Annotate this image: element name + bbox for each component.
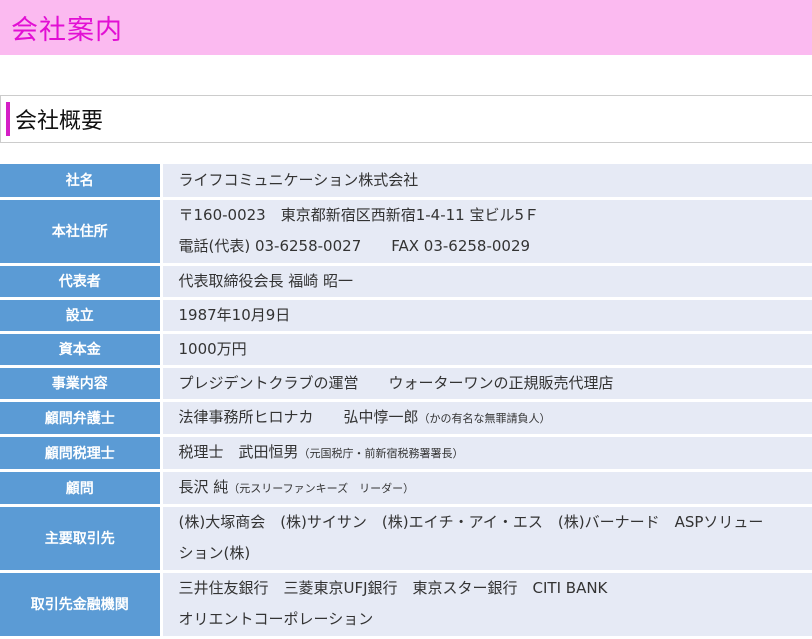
lawyer-name: 弘中惇一郎 — [343, 407, 419, 426]
advisor-note: （元スリーファンキーズ リーダー） — [228, 481, 415, 495]
advisor-name: 長沢 純 — [178, 477, 229, 496]
row-label-lawyer: 顧問弁護士 — [0, 400, 163, 437]
row-value-advisor: 長沢 純（元スリーファンキーズ リーダー） — [161, 470, 812, 507]
business-item: プレジデントクラブの運営 — [178, 373, 359, 392]
table-row: 事業内容 プレジデントクラブの運営 ウォーターワンの正規販売代理店 — [0, 366, 812, 402]
row-value-name: ライフコミュニケーション株式会社 — [161, 164, 812, 200]
business-item: ウォーターワンの正規販売代理店 — [388, 373, 614, 392]
clients-line: (株)大塚商会 (株)サイサン (株)エイチ・アイ・エス (株)バーナード AS… — [178, 513, 764, 531]
row-value-capital: 1000万円 — [161, 332, 812, 368]
table-row: 社名 ライフコミュニケーション株式会社 — [0, 164, 812, 200]
row-label-business: 事業内容 — [0, 366, 163, 402]
phone-line: 電話(代表) 03-6258-0027 FAX 03-6258-0029 — [179, 231, 807, 262]
table-row: 主要取引先 (株)大塚商会 (株)サイサン (株)エイチ・アイ・エス (株)バー… — [0, 505, 812, 573]
section-title: 会社概要 — [15, 109, 104, 134]
row-label-clients: 主要取引先 — [0, 505, 163, 573]
row-label-founded: 設立 — [0, 298, 163, 334]
table-row: 顧問弁護士 法律事務所ヒロナカ 弘中惇一郎（かの有名な無罪請負人） — [0, 400, 812, 437]
row-value-address: 〒160-0023 東京都新宿区西新宿1-4-11 宝ビル5Ｆ 電話(代表) 0… — [161, 198, 812, 266]
table-row: 本社住所 〒160-0023 東京都新宿区西新宿1-4-11 宝ビル5Ｆ 電話(… — [0, 198, 812, 266]
row-label-rep: 代表者 — [0, 264, 163, 300]
row-value-founded: 1987年10月9日 — [161, 298, 812, 334]
lawyer-note: （かの有名な無罪請負人） — [418, 411, 551, 425]
table-row: 資本金 1000万円 — [0, 332, 812, 368]
section-heading: 会社概要 — [0, 95, 812, 143]
row-label-address: 本社住所 — [0, 198, 163, 266]
clients-line: ション(株) — [178, 544, 251, 562]
row-value-lawyer: 法律事務所ヒロナカ 弘中惇一郎（かの有名な無罪請負人） — [161, 400, 812, 437]
section-accent-bar — [6, 102, 10, 136]
row-value-rep: 代表取締役会長 福崎 昭一 — [161, 264, 812, 300]
row-value-clients: (株)大塚商会 (株)サイサン (株)エイチ・アイ・エス (株)バーナード AS… — [161, 505, 812, 573]
banks-line: オリエントコーポレーション — [178, 610, 374, 628]
row-label-banks: 取引先金融機関 — [0, 571, 163, 639]
taxadvisor-note: （元国税庁・前新宿税務署署長） — [298, 446, 464, 460]
row-value-taxadvisor: 税理士 武田恒男（元国税庁・前新宿税務署署長） — [161, 435, 812, 472]
page-header: 会社案内 — [0, 0, 812, 55]
banks-line: 三井住友銀行 三菱東京UFJ銀行 東京スター銀行 CITI BANK — [178, 579, 608, 597]
phone-number: 電話(代表) 03-6258-0027 — [178, 237, 362, 255]
row-label-capital: 資本金 — [0, 332, 163, 368]
row-value-business: プレジデントクラブの運営 ウォーターワンの正規販売代理店 — [161, 366, 812, 402]
row-label-advisor: 顧問 — [0, 470, 163, 507]
fax-number: FAX 03-6258-0029 — [391, 237, 531, 255]
table-row: 代表者 代表取締役会長 福崎 昭一 — [0, 264, 812, 300]
taxadvisor-name: 税理士 武田恒男 — [178, 442, 299, 461]
row-label-taxadvisor: 顧問税理士 — [0, 435, 163, 472]
row-label-name: 社名 — [0, 164, 163, 200]
address-line: 〒160-0023 東京都新宿区西新宿1-4-11 宝ビル5Ｆ — [178, 206, 540, 224]
page-title: 会社案内 — [11, 15, 123, 46]
table-row: 設立 1987年10月9日 — [0, 298, 812, 334]
table-row: 取引先金融機関 三井住友銀行 三菱東京UFJ銀行 東京スター銀行 CITI BA… — [0, 571, 812, 639]
table-row: 顧問税理士 税理士 武田恒男（元国税庁・前新宿税務署署長） — [0, 435, 812, 472]
law-firm: 法律事務所ヒロナカ — [178, 407, 314, 426]
table-row: 顧問 長沢 純（元スリーファンキーズ リーダー） — [0, 470, 812, 507]
company-info-table: 社名 ライフコミュニケーション株式会社 本社住所 〒160-0023 東京都新宿… — [0, 164, 812, 639]
row-value-banks: 三井住友銀行 三菱東京UFJ銀行 東京スター銀行 CITI BANK オリエント… — [161, 571, 812, 639]
